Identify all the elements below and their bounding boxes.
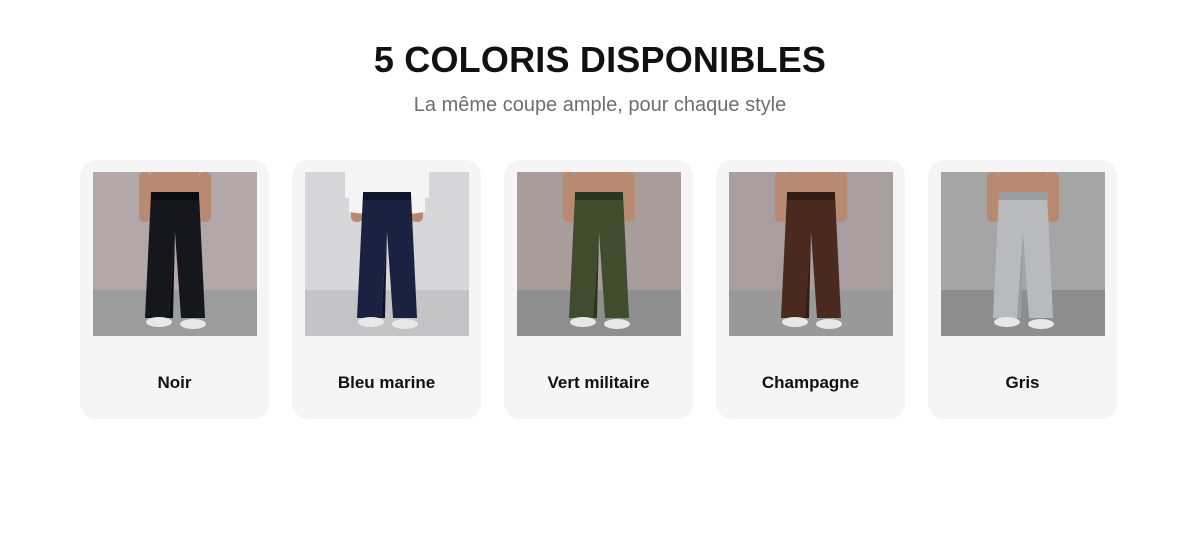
color-label-noir: Noir: [157, 373, 192, 392]
product-image-gris: [940, 172, 1105, 336]
product-image-champagne: [728, 172, 893, 336]
pants-illustration: [728, 172, 893, 336]
color-options-list: Noir Bleu marine Vert militaire Champagn…: [80, 160, 1120, 419]
product-image-vert-militaire: [516, 172, 681, 336]
color-label-vert-militaire: Vert militaire: [547, 373, 650, 392]
color-card-bleu-marine[interactable]: Bleu marine: [292, 160, 481, 419]
color-label-gris: Gris: [1005, 373, 1040, 392]
color-card-vert-militaire[interactable]: Vert militaire: [504, 160, 693, 419]
section-subtitle: La même coupe ample, pour chaque style: [413, 94, 787, 116]
color-card-champagne[interactable]: Champagne: [716, 160, 905, 419]
pants-illustration: [304, 172, 469, 336]
section-title: 5 COLORIS DISPONIBLES: [373, 39, 827, 80]
product-image-noir: [92, 172, 257, 336]
color-card-gris[interactable]: Gris: [928, 160, 1117, 419]
color-label-champagne: Champagne: [761, 373, 860, 392]
color-card-noir[interactable]: Noir: [80, 160, 269, 419]
color-label-bleu-marine: Bleu marine: [337, 373, 436, 392]
product-image-bleu-marine: [304, 172, 469, 336]
pants-illustration: [92, 172, 257, 336]
pants-illustration: [516, 172, 681, 336]
pants-illustration: [940, 172, 1105, 336]
